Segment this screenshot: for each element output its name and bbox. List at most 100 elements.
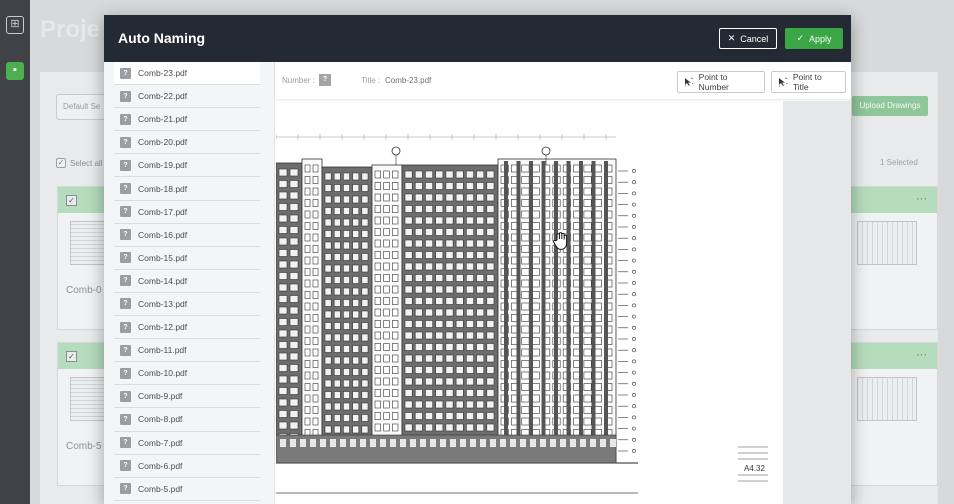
card-label: Comb-5 xyxy=(66,441,102,452)
unknown-number-badge: ? xyxy=(120,460,131,472)
cancel-label: Cancel xyxy=(740,33,769,44)
pointer-select-icon xyxy=(778,77,788,87)
unknown-number-badge: ? xyxy=(120,321,131,333)
page-title: Proje xyxy=(40,16,101,43)
file-list-item[interactable]: ? Comb-20.pdf xyxy=(114,131,260,155)
pointer-select-icon xyxy=(684,77,694,87)
title-label: Title : xyxy=(361,76,381,85)
file-list-item[interactable]: ? Comb-23.pdf xyxy=(114,62,260,86)
select-all-label: Select all xyxy=(70,158,103,168)
number-value-badge: ? xyxy=(319,74,331,86)
file-list-item[interactable]: ? Comb-18.pdf xyxy=(114,177,260,201)
dialog-header: Auto Naming ✕ Cancel ✓ Apply xyxy=(104,15,851,62)
select-all-checkbox[interactable]: ✓ xyxy=(56,158,66,168)
file-list-item[interactable]: ? Comb-5.pdf xyxy=(114,478,260,501)
file-list-item[interactable]: ? Comb-17.pdf xyxy=(114,201,260,224)
card-label: Comb-0 xyxy=(66,285,102,296)
filter-select[interactable]: Default Se xyxy=(56,94,106,120)
point-to-number-button[interactable]: Point to Number xyxy=(677,71,765,93)
file-name: Comb-18.pdf xyxy=(138,183,188,194)
drawing-thumbnail xyxy=(857,221,917,265)
file-list-item[interactable]: ? Comb-15.pdf xyxy=(114,247,260,270)
unknown-number-badge: ? xyxy=(120,252,131,264)
unknown-number-badge: ? xyxy=(120,229,131,241)
unknown-number-badge: ? xyxy=(120,413,131,425)
file-list[interactable]: ? Comb-23.pdf? Comb-22.pdf? Comb-21.pdf? Com… xyxy=(104,62,275,504)
file-name: Comb-12.pdf xyxy=(138,322,188,333)
unknown-number-badge: ? xyxy=(120,136,131,148)
file-name: Comb-22.pdf xyxy=(138,91,188,102)
upload-drawings-button[interactable]: Upload Drawings xyxy=(852,96,928,116)
unknown-number-badge: ? xyxy=(120,183,131,195)
unknown-number-badge: ? xyxy=(120,437,131,449)
unknown-number-badge: ? xyxy=(120,483,131,495)
unknown-number-badge: ? xyxy=(120,67,131,79)
file-list-item[interactable]: ? Comb-14.pdf xyxy=(114,270,260,293)
drawing-thumbnail xyxy=(70,377,106,421)
file-name: Comb-16.pdf xyxy=(138,229,188,240)
more-icon[interactable]: ··· xyxy=(916,349,927,361)
selected-count: 1 Selected xyxy=(880,158,918,167)
file-list-item[interactable]: ? Comb-10.pdf xyxy=(114,362,260,386)
apply-label: Apply xyxy=(809,33,832,44)
point-to-title-label: Point to Title xyxy=(792,72,822,92)
sheets-icon[interactable]: ⊞ xyxy=(6,16,24,34)
file-list-item[interactable]: ? Comb-11.pdf xyxy=(114,339,260,363)
sheet-number: A4.32 xyxy=(744,464,765,473)
file-list-item[interactable]: ? Comb-21.pdf xyxy=(114,108,260,132)
auto-naming-dialog: Auto Naming ✕ Cancel ✓ Apply ? Comb-23.pd… xyxy=(104,15,851,504)
user-icon[interactable]: ▪ xyxy=(6,62,24,80)
apply-button[interactable]: ✓ Apply xyxy=(785,28,843,49)
point-to-title-button[interactable]: Point to Title xyxy=(771,71,846,93)
file-name: Comb-7.pdf xyxy=(138,437,183,448)
file-name: Comb-6.pdf xyxy=(138,460,183,471)
file-name: Comb-23.pdf xyxy=(138,68,188,79)
file-name: Comb-11.pdf xyxy=(138,345,187,356)
file-name: Comb-8.pdf xyxy=(138,414,183,425)
file-name: Comb-20.pdf xyxy=(138,137,188,148)
file-name: Comb-5.pdf xyxy=(138,483,183,494)
file-list-item[interactable]: ? Comb-8.pdf xyxy=(114,408,260,432)
unknown-number-badge: ? xyxy=(120,390,131,402)
unknown-number-badge: ? xyxy=(120,344,131,356)
naming-toolbar: Number : ? Title : Comb-23.pdf Point to … xyxy=(276,62,851,100)
unknown-number-badge: ? xyxy=(120,298,131,310)
dialog-title: Auto Naming xyxy=(118,30,206,46)
drawing-sheet[interactable]: A4.32 xyxy=(276,101,783,504)
file-list-item[interactable]: ? Comb-6.pdf xyxy=(114,455,260,478)
file-list-item[interactable]: ? Comb-7.pdf xyxy=(114,432,260,455)
file-name: Comb-19.pdf xyxy=(138,160,188,171)
file-name: Comb-15.pdf xyxy=(138,252,188,263)
file-name: Comb-10.pdf xyxy=(138,368,188,379)
unknown-number-badge: ? xyxy=(120,90,131,102)
file-list-item[interactable]: ? Comb-16.pdf xyxy=(114,224,260,247)
left-rail: ⊞ ▪ xyxy=(0,0,30,504)
unknown-number-badge: ? xyxy=(120,206,131,218)
drawing-thumbnail xyxy=(70,221,106,265)
title-value: Comb-23.pdf xyxy=(385,76,432,85)
drawing-viewer[interactable]: A4.32 xyxy=(276,101,851,504)
card-checkbox[interactable]: ✓ xyxy=(66,351,77,362)
viewer-margin xyxy=(783,101,851,504)
file-name: Comb-17.pdf xyxy=(138,206,188,217)
unknown-number-badge: ? xyxy=(120,367,131,379)
point-to-number-label: Point to Number xyxy=(698,72,729,92)
file-name: Comb-13.pdf xyxy=(138,298,188,309)
file-list-item[interactable]: ? Comb-19.pdf xyxy=(114,154,260,178)
building-elevation-drawing xyxy=(276,134,768,494)
more-icon[interactable]: ··· xyxy=(916,193,927,205)
hand-cursor-icon xyxy=(553,232,568,250)
file-list-item[interactable]: ? Comb-9.pdf xyxy=(114,385,260,409)
card-checkbox[interactable]: ✓ xyxy=(66,195,77,206)
number-label: Number : xyxy=(282,76,315,85)
cancel-button[interactable]: ✕ Cancel xyxy=(719,28,777,49)
file-list-item[interactable]: ? Comb-12.pdf xyxy=(114,316,260,340)
drawing-card[interactable]: ··· xyxy=(850,186,938,330)
drawing-card[interactable]: ··· xyxy=(850,342,938,486)
file-list-item[interactable]: ? Comb-13.pdf xyxy=(114,293,260,317)
check-icon: ✓ xyxy=(796,33,805,43)
file-list-item[interactable]: ? Comb-22.pdf xyxy=(114,85,260,109)
drawing-thumbnail xyxy=(857,377,917,421)
file-name: Comb-21.pdf xyxy=(138,114,188,125)
select-all[interactable]: ✓ Select all xyxy=(56,158,102,168)
